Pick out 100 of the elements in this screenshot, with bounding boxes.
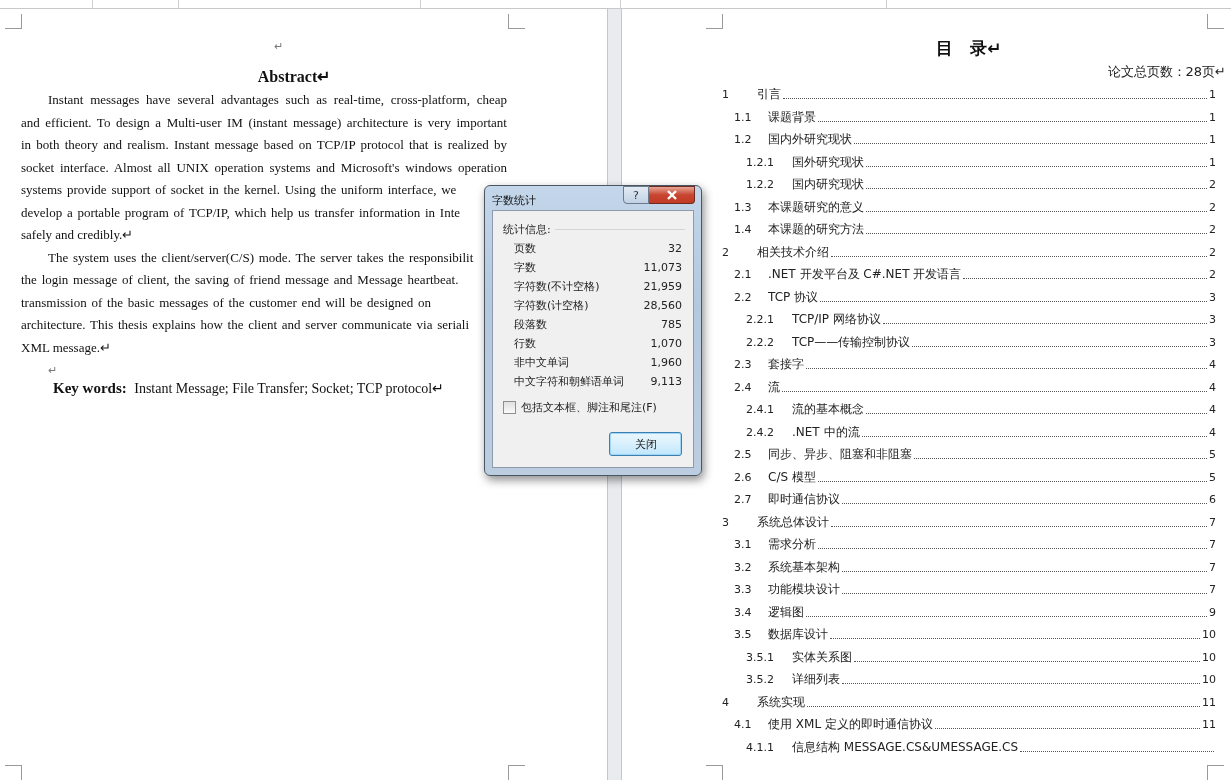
toc-number: 1.3 — [734, 199, 753, 216]
stat-value: 1,960 — [650, 355, 682, 371]
close-button[interactable]: 关闭 — [609, 432, 682, 456]
paragraph-mark: ↵ — [47, 363, 58, 377]
toc-number: 2.2.2 — [746, 334, 775, 351]
toc-title[interactable]: C/S 模型 — [768, 465, 816, 488]
page-count-text: 论文总页数：28页↵ — [1106, 63, 1226, 81]
toc-number: 3.2 — [734, 559, 753, 576]
toc-number: 3 — [722, 514, 730, 531]
toc-page-number: 5 — [1209, 469, 1216, 486]
toc-title[interactable]: 功能模块设计 — [768, 578, 840, 601]
toc-page-number: 4 — [1209, 379, 1216, 396]
keywords-line: Key words: Instant Message; File Transfer; Socket; TCP protocol↵ — [52, 379, 446, 398]
checkbox[interactable] — [503, 400, 516, 414]
toc-number: 3.4 — [734, 604, 753, 621]
toc-title[interactable]: 实体关系图 — [792, 645, 852, 668]
toc-page-number: 2 — [1209, 244, 1216, 261]
toc-title[interactable]: 国外研究现状 — [792, 150, 864, 173]
toc-number: 2.4.1 — [746, 402, 775, 418]
toc-number: 2.4 — [734, 379, 753, 396]
toc-title[interactable]: 流 — [768, 375, 780, 398]
toc-page-number: 1 — [1209, 87, 1216, 103]
toc-title[interactable]: 国内外研究现状 — [768, 128, 852, 151]
toc-number: 1.2 — [734, 132, 753, 148]
toc-title[interactable]: 系统总体设计 — [757, 510, 829, 533]
toc-page-number: 2 — [1209, 222, 1216, 238]
toc-page-number: 1 — [1209, 109, 1216, 126]
stat-value: 28,560 — [643, 298, 682, 314]
toc-number: 2.4.2 — [746, 424, 775, 441]
group-label: 统计信息: — [503, 221, 551, 237]
toc-title[interactable]: 系统实现 — [757, 690, 805, 713]
toc-title[interactable]: TCP/IP 网络协议 — [792, 308, 881, 331]
toc-title[interactable]: 流的基本概念 — [792, 398, 864, 421]
toc-title[interactable]: 相关技术介绍 — [757, 240, 829, 263]
paragraph-mark: ↵ — [272, 39, 284, 54]
toc-title[interactable]: 课题背景 — [768, 105, 816, 128]
toc-page-number: 6 — [1209, 492, 1216, 508]
stat-label: 行数 — [514, 336, 536, 352]
toc-page-number: 10 — [1202, 627, 1216, 643]
stat-label: 段落数 — [514, 317, 547, 333]
toc-number: 3.3 — [734, 582, 753, 598]
toc-title[interactable]: 需求分析 — [768, 533, 816, 556]
checkbox-label[interactable]: 包括文本框、脚注和尾注(F) — [521, 399, 657, 415]
text-line: safely and credibly.↵ — [21, 226, 135, 244]
toc-title[interactable]: 数据库设计 — [768, 623, 828, 646]
text-line: architecture. This thesis explains how the client and server communicate via seriali — [21, 316, 469, 334]
toc-page-number: 4 — [1209, 357, 1216, 373]
corner-mark — [706, 765, 723, 780]
toc-title[interactable]: 详细列表 — [792, 668, 840, 691]
toc-title[interactable]: 即时通信协议 — [768, 488, 840, 511]
toc-title[interactable]: 套接字 — [768, 353, 804, 376]
stat-value: 785 — [661, 317, 682, 333]
toc-page-number: 3 — [1209, 312, 1216, 328]
toc-number: 2.1 — [734, 267, 753, 283]
stat-value: 11,073 — [643, 260, 682, 276]
text-line: and efficient. To design a Multi-user IM (instant message) architecture is very important — [21, 113, 507, 132]
text-line: XML message.↵ — [21, 338, 112, 357]
toc-number: 3.5.2 — [746, 672, 775, 688]
text-line: transmission of the basic messages of the customer end will be designed on — [21, 293, 432, 312]
toc-page-number: 1 — [1209, 132, 1216, 148]
toc-number: 1 — [722, 87, 730, 103]
toc-title[interactable]: TCP——传输控制协议 — [792, 330, 911, 353]
toc-page-number: 7 — [1209, 537, 1216, 553]
stat-value: 32 — [668, 241, 682, 257]
toc-page-number: 10 — [1202, 649, 1216, 666]
stat-label: 字符数(计空格) — [514, 298, 589, 314]
toc-title[interactable]: 本课题研究的意义 — [768, 195, 864, 218]
corner-mark — [508, 14, 525, 29]
toc-title[interactable]: .NET 开发平台及 C#.NET 开发语言 — [768, 263, 962, 286]
corner-mark — [1207, 14, 1224, 29]
toc-number: 2.7 — [734, 492, 753, 508]
toc-page-number: 11 — [1202, 694, 1216, 711]
toc-title[interactable]: 本课题的研究方法 — [768, 218, 864, 241]
toc-number: 2 — [722, 244, 730, 261]
corner-mark — [5, 14, 22, 29]
toc-title[interactable]: 国内研究现状 — [792, 173, 864, 196]
toc-title[interactable]: 引言 — [757, 83, 781, 106]
close-button[interactable] — [649, 186, 695, 204]
stat-label: 页数 — [514, 241, 536, 257]
help-button[interactable]: ? — [623, 186, 649, 204]
stat-label: 字数 — [514, 260, 536, 276]
toc-title[interactable]: TCP 协议 — [768, 285, 819, 308]
toc-number: 2.5 — [734, 447, 753, 463]
toc-title[interactable]: 系统基本架构 — [768, 555, 840, 578]
toc-number: 1.4 — [734, 222, 753, 238]
toc-title[interactable]: 使用 XML 定义的即时通信协议 — [768, 713, 933, 736]
toc-page-number: 4 — [1209, 402, 1216, 418]
toc-number: 1.2.1 — [746, 154, 775, 171]
toc-page-number: 7 — [1209, 514, 1216, 531]
toc-number: 3.5.1 — [746, 649, 775, 666]
corner-mark — [508, 765, 525, 780]
toc-title[interactable]: 信息结构 MESSAGE.CS&UMESSAGE.CS — [792, 735, 1019, 758]
toc-title[interactable]: 同步、异步、阻塞和非阻塞 — [768, 443, 912, 466]
text-line: the login message of client, the saving of friend message and Message heartbeat. — [21, 271, 459, 289]
toc-number: 3.5 — [734, 627, 753, 643]
toc-number: 4.1 — [734, 717, 753, 733]
toc-number: 1.2.2 — [746, 177, 775, 193]
toc-page-number: 11 — [1202, 717, 1216, 733]
toc-title[interactable]: 逻辑图 — [768, 600, 804, 623]
toc-title[interactable]: .NET 中的流 — [792, 420, 860, 443]
